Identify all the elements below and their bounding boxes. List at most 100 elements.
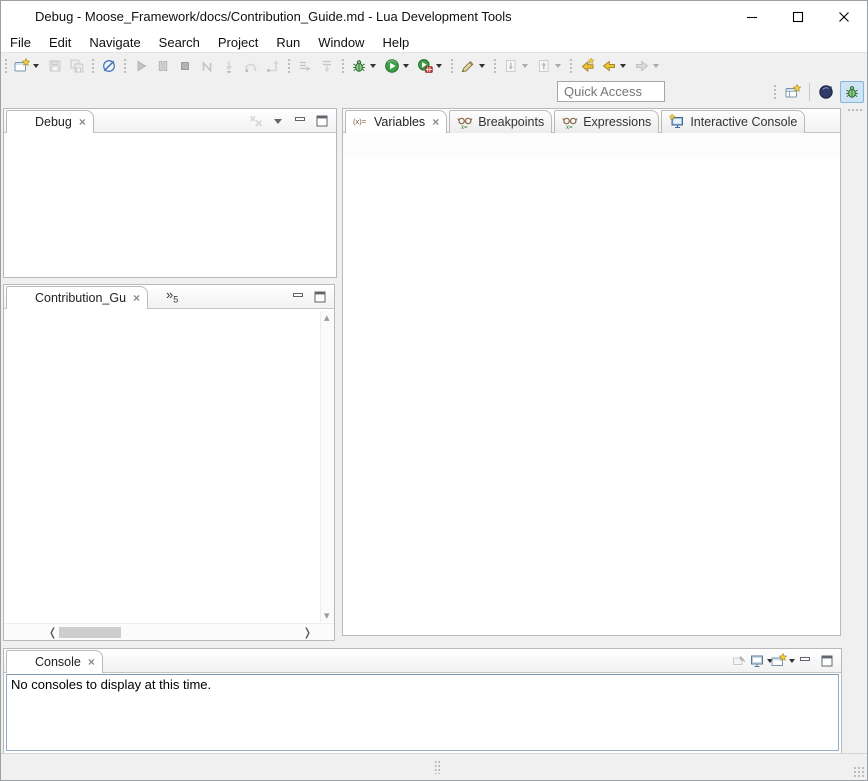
markdown-file-icon bbox=[14, 290, 30, 306]
window-close-button[interactable] bbox=[821, 1, 867, 32]
menu-run[interactable]: Run bbox=[267, 33, 309, 52]
variables-content[interactable] bbox=[343, 157, 840, 635]
tab-label: Variables bbox=[374, 115, 425, 129]
toolbar-handle[interactable] bbox=[287, 58, 291, 74]
separator bbox=[809, 83, 810, 101]
statusbar-grip[interactable] bbox=[434, 760, 440, 774]
terminate-button bbox=[174, 55, 196, 77]
close-icon[interactable]: × bbox=[432, 115, 439, 129]
debug-button[interactable] bbox=[348, 55, 381, 77]
tab-breakpoints[interactable]: x=Breakpoints bbox=[449, 110, 552, 133]
editor-content[interactable]: ▴ ▾ ❬ ❭ bbox=[4, 309, 334, 640]
maximize-view-button[interactable] bbox=[312, 112, 332, 130]
close-icon[interactable]: × bbox=[133, 291, 140, 305]
tab-variables[interactable]: (x)=Variables× bbox=[345, 110, 447, 133]
run-button[interactable] bbox=[381, 55, 414, 77]
minimize-view-button[interactable] bbox=[795, 652, 815, 670]
minimize-view-button[interactable] bbox=[290, 112, 310, 130]
svg-text:x=: x= bbox=[566, 125, 573, 130]
dropdown-arrow-icon[interactable] bbox=[436, 64, 442, 68]
new-wizard-button[interactable] bbox=[11, 55, 44, 77]
dropdown-arrow-icon[interactable] bbox=[555, 64, 561, 68]
tab-interactive-console[interactable]: Interactive Console bbox=[661, 110, 805, 133]
forward-history-icon bbox=[634, 58, 650, 74]
dropdown-arrow-icon[interactable] bbox=[653, 64, 659, 68]
last-edit-location-button[interactable] bbox=[576, 55, 598, 77]
debug-perspective-button[interactable] bbox=[840, 81, 864, 103]
window-close-icon bbox=[836, 9, 852, 25]
console-view: Console × No consoles to display at this… bbox=[3, 648, 842, 754]
ldt-perspective-button[interactable] bbox=[814, 81, 838, 103]
step-return-icon bbox=[265, 58, 281, 74]
dropdown-arrow-icon[interactable] bbox=[370, 64, 376, 68]
save-all-button bbox=[66, 55, 88, 77]
tab-debug[interactable]: Debug × bbox=[6, 110, 94, 133]
skip-all-breakpoints-button[interactable] bbox=[98, 55, 120, 77]
scroll-up-icon[interactable]: ▴ bbox=[324, 311, 330, 324]
toolbar-handle[interactable] bbox=[4, 58, 8, 74]
hidden-editors-chevron[interactable]: »5 bbox=[166, 287, 178, 305]
open-console-button[interactable] bbox=[773, 652, 793, 670]
window-minimize-button[interactable] bbox=[729, 1, 775, 32]
status-bar bbox=[1, 753, 867, 780]
editor-vertical-scrollbar[interactable]: ▴ ▾ bbox=[320, 311, 334, 622]
title-bar: Debug - Moose_Framework/docs/Contributio… bbox=[1, 1, 867, 32]
back-history-button[interactable] bbox=[598, 55, 631, 77]
previous-annotation-icon bbox=[536, 58, 552, 74]
menu-navigate[interactable]: Navigate bbox=[80, 33, 149, 52]
toolbar-handle[interactable] bbox=[341, 58, 345, 74]
dropdown-arrow-icon[interactable] bbox=[620, 64, 626, 68]
window-resize-grip[interactable] bbox=[853, 766, 865, 778]
toolbar-handle[interactable] bbox=[773, 84, 777, 100]
suspend-icon bbox=[155, 58, 171, 74]
minimize-view-icon bbox=[292, 113, 308, 129]
maximize-view-button[interactable] bbox=[817, 652, 837, 670]
terminate-icon bbox=[177, 58, 193, 74]
open-perspective-button[interactable] bbox=[781, 81, 805, 103]
menu-help[interactable]: Help bbox=[373, 33, 418, 52]
toolbar-handle[interactable] bbox=[493, 58, 497, 74]
minimize-view-button[interactable] bbox=[288, 288, 308, 306]
tab-console[interactable]: Console × bbox=[6, 650, 103, 673]
menu-window[interactable]: Window bbox=[309, 33, 373, 52]
maximize-view-button[interactable] bbox=[310, 288, 330, 306]
toolbar-handle[interactable] bbox=[91, 58, 95, 74]
menu-search[interactable]: Search bbox=[150, 33, 209, 52]
menu-edit[interactable]: Edit bbox=[40, 33, 80, 52]
menu-bar: FileEditNavigateSearchProjectRunWindowHe… bbox=[1, 32, 867, 53]
scrollbar-thumb[interactable] bbox=[59, 627, 121, 638]
save-button bbox=[44, 55, 66, 77]
scroll-left-icon[interactable]: ❬ bbox=[48, 626, 57, 639]
console-content[interactable]: No consoles to display at this time. bbox=[6, 674, 839, 751]
window-maximize-button[interactable] bbox=[775, 1, 821, 32]
editor-horizontal-scrollbar[interactable]: ❬ ❭ bbox=[4, 623, 334, 640]
tab-expressions[interactable]: x=Expressions bbox=[554, 110, 659, 133]
interactive-console-icon bbox=[669, 114, 685, 130]
dropdown-arrow-icon[interactable] bbox=[403, 64, 409, 68]
toolbar-handle[interactable] bbox=[569, 58, 573, 74]
dropdown-arrow-icon[interactable] bbox=[33, 64, 39, 68]
close-icon[interactable]: × bbox=[88, 655, 95, 669]
coverage-button[interactable] bbox=[414, 55, 447, 77]
menu-file[interactable]: File bbox=[1, 33, 40, 52]
close-icon[interactable]: × bbox=[79, 115, 86, 129]
application-window: Debug - Moose_Framework/docs/Contributio… bbox=[0, 0, 868, 781]
scroll-right-icon[interactable]: ❭ bbox=[303, 626, 312, 639]
view-menu-button[interactable] bbox=[268, 112, 288, 130]
dropdown-arrow-icon[interactable] bbox=[522, 64, 528, 68]
menu-project[interactable]: Project bbox=[209, 33, 267, 52]
dropdown-arrow-icon[interactable] bbox=[479, 64, 485, 68]
external-tools-button[interactable] bbox=[457, 55, 490, 77]
save-all-icon bbox=[69, 58, 85, 74]
strip-handle[interactable] bbox=[847, 108, 863, 112]
debug-view-content[interactable] bbox=[4, 133, 336, 277]
disconnect-icon bbox=[199, 58, 215, 74]
display-selected-console-button[interactable] bbox=[751, 652, 771, 670]
quick-access-input[interactable] bbox=[557, 81, 665, 102]
tab-contribution-guide[interactable]: Contribution_Gu × bbox=[6, 286, 148, 309]
scroll-down-icon[interactable]: ▾ bbox=[324, 609, 330, 622]
perspective-row bbox=[1, 78, 867, 105]
toolbar-handle[interactable] bbox=[123, 58, 127, 74]
window-title: Debug - Moose_Framework/docs/Contributio… bbox=[35, 9, 512, 24]
toolbar-handle[interactable] bbox=[450, 58, 454, 74]
